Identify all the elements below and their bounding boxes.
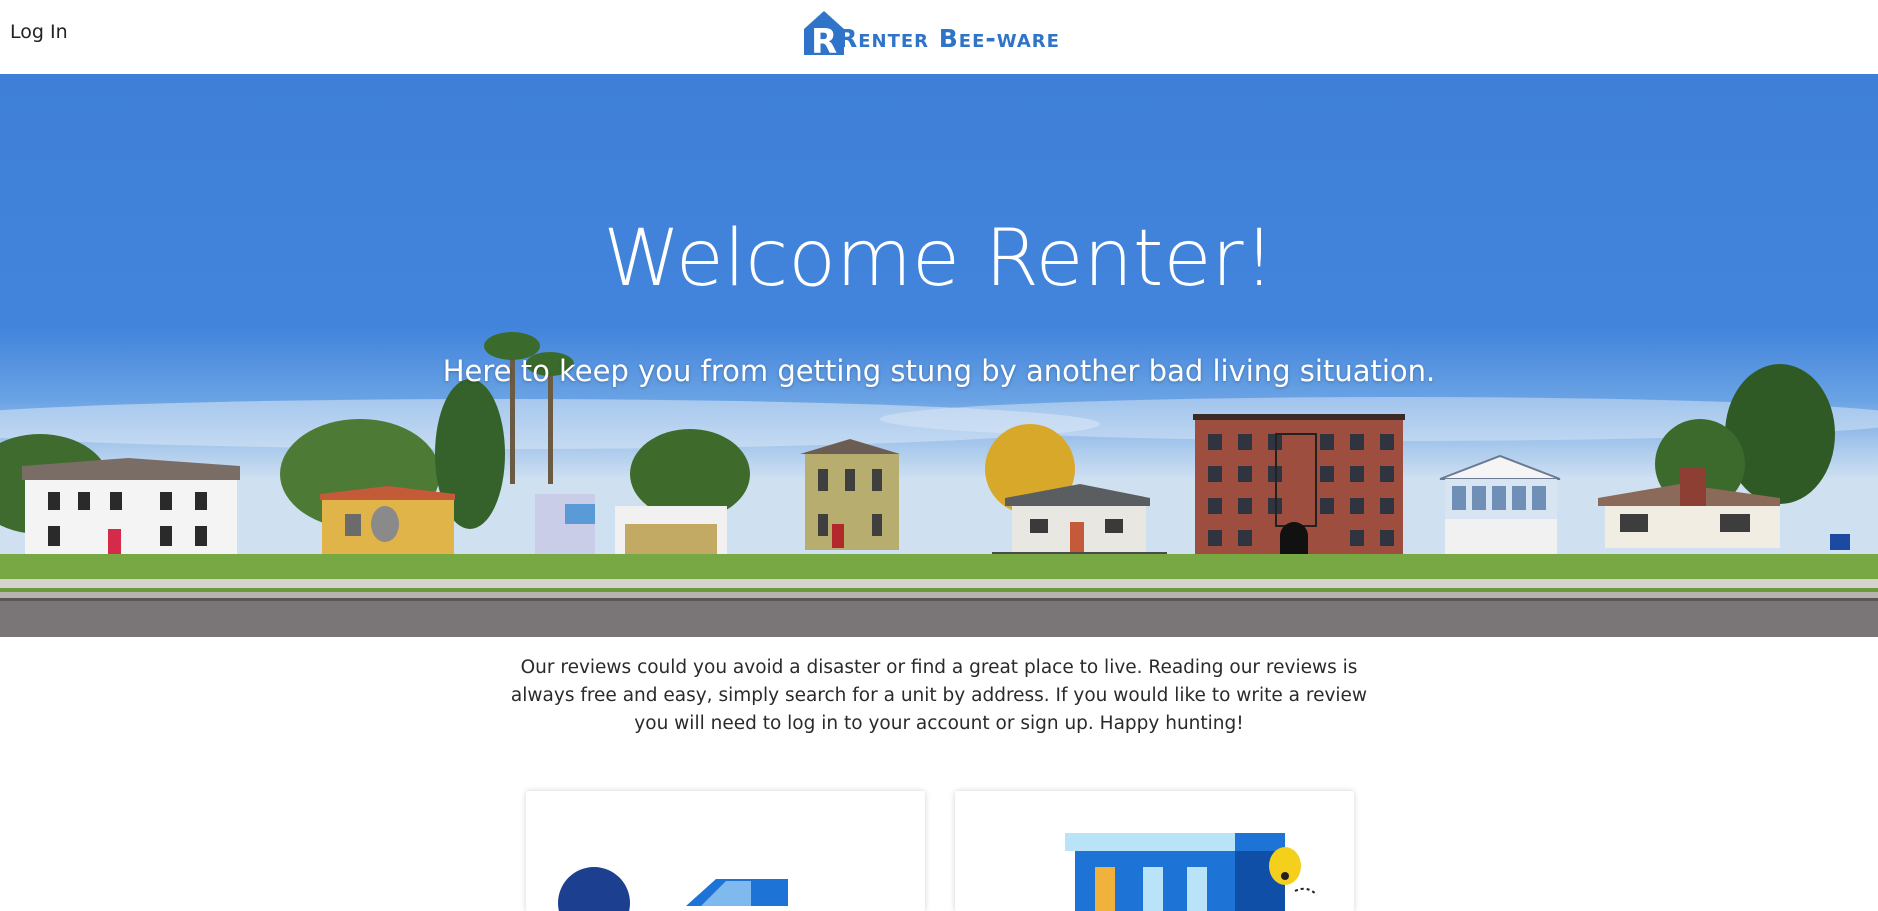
intro-paragraph: Our reviews could you avoid a disaster o… — [510, 657, 1368, 734]
building-beehive-illustration-icon — [1065, 833, 1318, 911]
hero-banner: Welcome Renter! Here to keep you from ge… — [0, 74, 1878, 637]
house-illustration-icon — [558, 867, 788, 911]
feature-card-review[interactable] — [955, 791, 1354, 911]
svg-text:R: R — [811, 22, 837, 57]
brand-name: Renter Bee-ware — [838, 24, 1060, 53]
login-link[interactable]: Log In — [10, 21, 68, 43]
hero-subtitle: Here to keep you from getting stung by a… — [442, 354, 1436, 388]
top-navbar: Log In R Renter Bee-ware — [0, 0, 1878, 74]
brand-logo[interactable]: R Renter Bee-ware — [802, 9, 1084, 62]
feature-card-search[interactable] — [526, 791, 925, 911]
hero-title: Welcome Renter! — [603, 214, 1275, 304]
